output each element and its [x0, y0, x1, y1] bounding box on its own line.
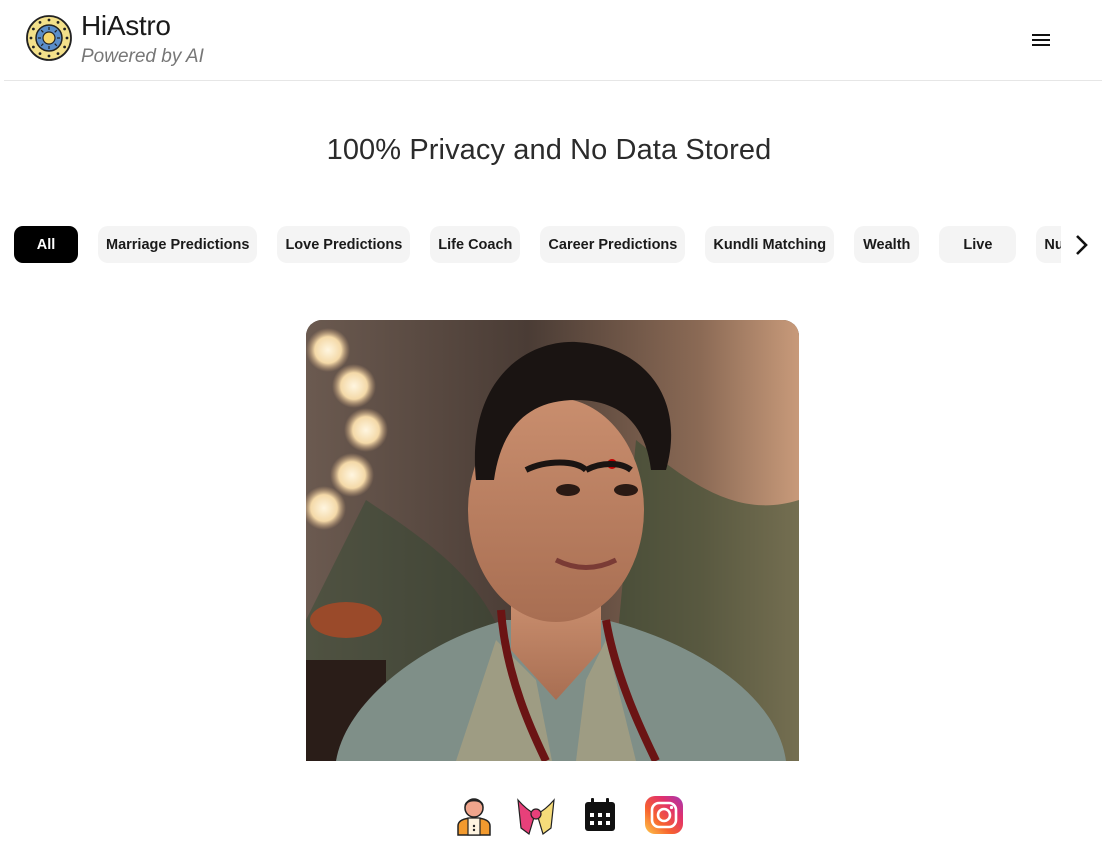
tab-all[interactable]: All	[14, 226, 78, 263]
tab-marriage-predictions[interactable]: Marriage Predictions	[98, 226, 258, 263]
brand-title: HiAstro	[81, 10, 171, 41]
tab-numerology[interactable]: Numerology	[1036, 226, 1061, 263]
tab-life-coach[interactable]: Life Coach	[430, 226, 521, 263]
calendar-icon[interactable]	[579, 794, 621, 836]
hamburger-menu-icon[interactable]	[1026, 28, 1056, 52]
zodiac-wheel-icon[interactable]	[25, 14, 73, 62]
astrologer-icon[interactable]	[453, 794, 495, 836]
top-header: HiAstro Powered by AI	[4, 0, 1102, 81]
astrologer-portrait-image[interactable]	[306, 320, 799, 761]
wedding-garland-icon[interactable]	[515, 794, 557, 836]
brand-subtitle: Powered by AI	[81, 46, 204, 67]
chevron-right-icon[interactable]	[1070, 232, 1092, 258]
tab-kundli-matching[interactable]: Kundli Matching	[705, 226, 835, 263]
bottom-icon-bar	[0, 794, 1116, 838]
tab-wealth[interactable]: Wealth	[854, 226, 920, 263]
page-headline: 100% Privacy and No Data Stored	[326, 134, 772, 166]
tab-love-predictions[interactable]: Love Predictions	[277, 226, 411, 263]
category-tabs: All Marriage Predictions Love Prediction…	[14, 226, 1061, 264]
tab-career-predictions[interactable]: Career Predictions	[540, 226, 686, 263]
tab-live[interactable]: Live	[939, 226, 1017, 263]
instagram-icon[interactable]	[643, 794, 685, 836]
